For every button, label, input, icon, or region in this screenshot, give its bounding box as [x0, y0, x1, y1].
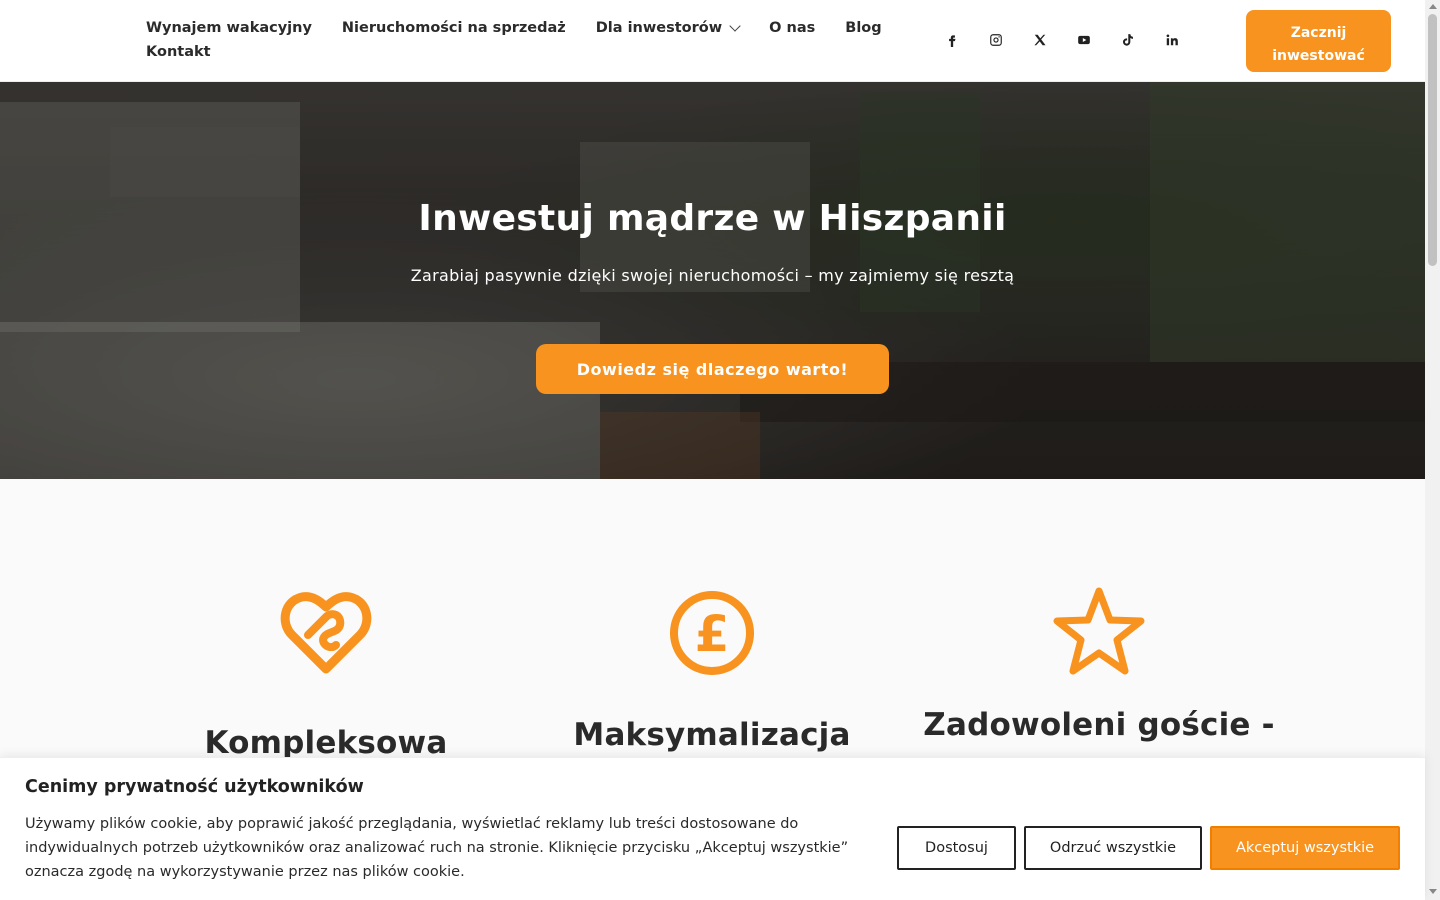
start-investing-button[interactable]: Zacznij inwestować: [1246, 10, 1391, 72]
social-links: [938, 28, 1202, 52]
feature-title: Maksymalizacja: [573, 717, 851, 753]
main-nav: Wynajem wakacyjny Nieruchomości na sprze…: [146, 16, 882, 64]
cookie-title: Cenimy prywatność użytkowników: [25, 777, 364, 797]
learn-why-button[interactable]: Dowiedz się dlaczego warto!: [536, 344, 889, 394]
site-header: Wynajem wakacyjny Nieruchomości na sprze…: [0, 0, 1425, 82]
page-scrollbar[interactable]: [1425, 0, 1440, 900]
nav-item-contact[interactable]: Kontakt: [146, 44, 211, 60]
svg-text:£: £: [695, 605, 730, 663]
feature-happy-guests: Zadowoleni goście -: [919, 585, 1279, 743]
instagram-icon[interactable]: [982, 28, 1010, 52]
nav-row: Wynajem wakacyjny Nieruchomości na sprze…: [146, 16, 882, 40]
chevron-down-icon: [729, 19, 741, 32]
nav-item-for-investors-label: Dla inwestorów: [595, 20, 723, 36]
nav-item-for-investors[interactable]: Dla inwestorów: [595, 19, 741, 36]
linkedin-icon[interactable]: [1158, 28, 1186, 52]
star-icon: [1053, 587, 1145, 675]
cookie-consent-banner: Cenimy prywatność użytkowników Używamy p…: [0, 757, 1425, 900]
scrollbar-thumb[interactable]: [1428, 14, 1437, 266]
hero-subtitle: Zarabiaj pasywnie dzięki swojej nierucho…: [410, 266, 1015, 285]
nav-item-blog[interactable]: Blog: [845, 20, 881, 36]
feature-maximization: £ Maksymalizacja: [532, 589, 892, 753]
nav-item-vacation-rental[interactable]: Wynajem wakacyjny: [146, 20, 312, 36]
pound-coin-icon: £: [670, 591, 754, 675]
facebook-icon[interactable]: [938, 28, 966, 52]
nav-item-about[interactable]: O nas: [769, 20, 815, 36]
x-twitter-icon[interactable]: [1026, 28, 1054, 52]
cookie-description: Używamy plików cookie, aby poprawić jako…: [25, 816, 849, 880]
accept-all-cookies-button[interactable]: Akceptuj wszystkie: [1210, 826, 1400, 870]
tiktok-icon[interactable]: [1114, 28, 1142, 52]
nav-row-2: Kontakt: [146, 40, 866, 64]
hero-section: Inwestuj mądrze w Hiszpanii Zarabiaj pas…: [0, 82, 1425, 479]
reject-all-cookies-button[interactable]: Odrzuć wszystkie: [1024, 826, 1202, 870]
nav-item-properties-for-sale[interactable]: Nieruchomości na sprzedaż: [342, 20, 566, 36]
customize-cookies-button[interactable]: Dostosuj: [897, 826, 1016, 870]
scroll-up-arrow-icon[interactable]: [1429, 4, 1437, 9]
youtube-icon[interactable]: [1070, 28, 1098, 52]
feature-title: Kompleksowa: [204, 725, 448, 761]
heart-hands-icon: [280, 592, 372, 674]
hero-title: Inwestuj mądrze w Hiszpanii: [418, 198, 1007, 239]
feature-comprehensive: Kompleksowa: [146, 585, 506, 761]
scroll-down-arrow-icon[interactable]: [1429, 889, 1437, 894]
feature-title: Zadowoleni goście -: [923, 707, 1275, 743]
